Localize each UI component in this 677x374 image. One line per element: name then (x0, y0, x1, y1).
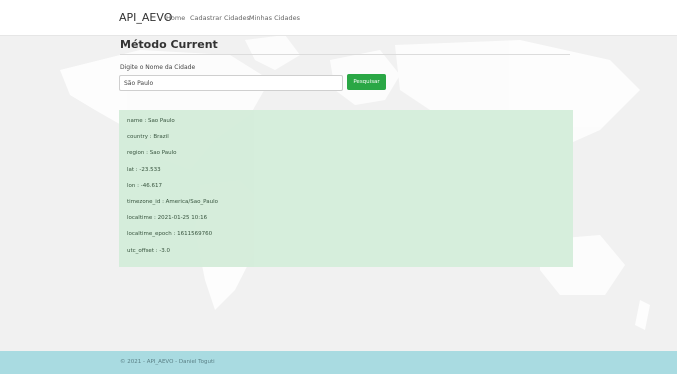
footer-copyright: © 2021 - API_AEVO - Daniel Toguti (120, 359, 215, 365)
search-button[interactable]: Pesquisar (347, 74, 386, 90)
footer: © 2021 - API_AEVO - Daniel Toguti (0, 351, 677, 374)
city-search-input[interactable] (119, 75, 343, 91)
title-divider (120, 54, 570, 55)
nav-link-cadastrar-cidades[interactable]: Cadastrar Cidades (190, 14, 250, 22)
page-title: Método Current (120, 38, 218, 51)
result-utc-offset: utc_offset : -3.0 (127, 248, 171, 254)
result-timezone: timezone_id : America/Sao_Paulo (127, 199, 219, 205)
nav-link-home[interactable]: Home (166, 14, 185, 22)
nav-link-minhas-cidades[interactable]: Minhas Cidades (249, 14, 300, 22)
result-name: name : Sao Paulo (127, 118, 175, 124)
brand-link[interactable]: API_AEVO (119, 11, 172, 24)
city-field-label: Digite o Nome da Cidade (120, 64, 196, 71)
result-localtime-epoch: localtime_epoch : 1611569760 (127, 231, 213, 237)
result-lat: lat : -23.533 (127, 167, 161, 173)
result-country: country : Brazil (127, 134, 169, 140)
result-region: region : Sao Paulo (127, 150, 177, 156)
result-localtime: localtime : 2021-01-25 10:16 (127, 215, 208, 221)
result-panel: name : Sao Paulo country : Brazil region… (119, 110, 573, 267)
top-navbar: API_AEVO Home Cadastrar Cidades Minhas C… (0, 0, 677, 36)
result-lon: lon : -46.617 (127, 183, 162, 189)
